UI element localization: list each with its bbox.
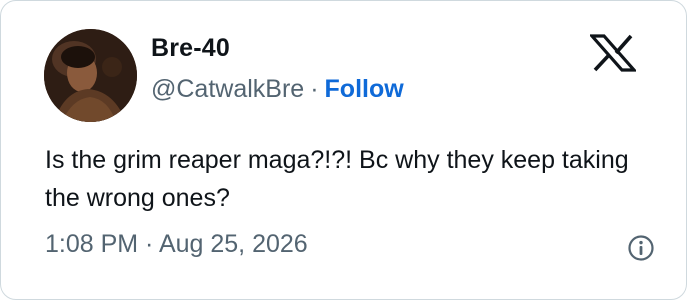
separator-dot: ·	[310, 75, 319, 103]
author-handle[interactable]: @CatwalkBre	[151, 75, 304, 103]
author-name[interactable]: Bre-40	[151, 34, 230, 63]
follow-button[interactable]: Follow	[325, 75, 404, 103]
tweet-card: Bre-40 @CatwalkBre · Follow Is the grim re…	[0, 0, 687, 300]
tweet-timestamp[interactable]: 1:08 PM · Aug 25, 2026	[45, 230, 308, 259]
author-handle-row: @CatwalkBre · Follow	[151, 75, 404, 104]
x-logo-icon[interactable]	[590, 34, 636, 72]
info-icon[interactable]	[627, 234, 655, 262]
avatar[interactable]	[44, 29, 137, 122]
tweet-text: Is the grim reaper maga?!?! Bc why they …	[45, 146, 629, 212]
avatar-image	[44, 29, 137, 122]
